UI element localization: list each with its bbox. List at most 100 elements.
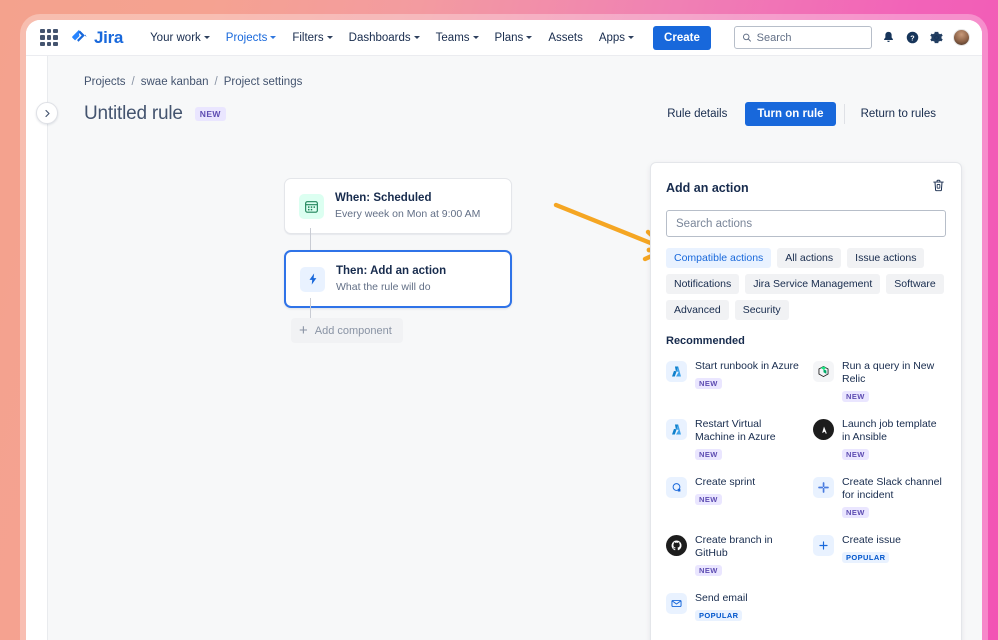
action-badge: POPULAR xyxy=(842,552,890,563)
action-label: Run a query in New Relic xyxy=(842,360,935,385)
chevron-right-icon xyxy=(44,109,50,117)
trigger-node-when-scheduled[interactable]: When: Scheduled Every week on Mon at 9:0… xyxy=(284,178,512,234)
header-actions: Rule details Turn on rule Return to rule… xyxy=(657,102,946,126)
divider xyxy=(843,104,845,124)
action-badge: NEW xyxy=(695,378,722,389)
panel-header: Add an action xyxy=(651,163,961,198)
add-component-label: Add component xyxy=(314,324,392,337)
action-create-issue-recommended[interactable]: Create issue POPULAR xyxy=(808,527,951,585)
expand-sidebar-button[interactable] xyxy=(36,102,58,124)
action-text: Create issue POPULAR xyxy=(842,534,901,565)
jira-mark-icon xyxy=(72,29,87,42)
chevron-down-icon xyxy=(270,36,277,39)
svg-text:?: ? xyxy=(910,34,914,42)
add-component-button[interactable]: + Add component xyxy=(291,318,403,343)
chip-software[interactable]: Software xyxy=(886,274,944,294)
breadcrumb-separator: / xyxy=(214,76,218,88)
action-badge: NEW xyxy=(842,449,869,460)
nav-label: Apps xyxy=(598,31,626,44)
action-text: Restart Virtual Machine in Azure NEW xyxy=(695,418,799,462)
action-label: Create sprint xyxy=(695,476,756,488)
browser-window: Jira Your work Projects Filters Dashboar… xyxy=(26,20,982,640)
breadcrumb-item-projects[interactable]: Projects xyxy=(84,76,126,88)
app-switcher-icon[interactable] xyxy=(40,28,58,47)
chip-all-actions[interactable]: All actions xyxy=(777,248,842,268)
panel-search-box[interactable] xyxy=(666,210,946,237)
new-relic-icon xyxy=(813,361,834,382)
action-label: Start runbook in Azure xyxy=(695,360,799,372)
action-start-runbook-in-azure[interactable]: Start runbook in Azure NEW xyxy=(661,353,804,411)
trigger-node-title: When: Scheduled xyxy=(335,192,432,204)
nav-item-teams[interactable]: Teams xyxy=(429,26,486,50)
nav-item-projects[interactable]: Projects xyxy=(219,26,284,58)
global-search-box[interactable] xyxy=(734,26,872,49)
action-create-slack-channel-for-incident[interactable]: Create Slack channel for incident NEW xyxy=(808,469,951,527)
nav-right-group: ? xyxy=(734,26,970,49)
action-run-a-query-in-new-relic[interactable]: Run a query in New Relic NEW xyxy=(808,353,951,411)
action-text: Send email POPULAR xyxy=(695,592,748,623)
chip-jira-service-management[interactable]: Jira Service Management xyxy=(745,274,881,294)
nav-label: Dashboards xyxy=(348,31,411,44)
rule-details-button[interactable]: Rule details xyxy=(657,102,737,126)
chip-security[interactable]: Security xyxy=(734,300,789,320)
email-icon xyxy=(666,593,687,614)
collapsed-sidebar-rail xyxy=(26,56,58,640)
breadcrumb-item-swae-kanban[interactable]: swae kanban xyxy=(141,76,209,88)
nav-label: Assets xyxy=(548,31,583,44)
nav-item-assets[interactable]: Assets xyxy=(541,26,590,50)
plus-icon: + xyxy=(299,322,308,339)
nav-label: Projects xyxy=(225,31,268,44)
chevron-down-icon xyxy=(203,36,210,39)
action-restart-virtual-machine-in-azure[interactable]: Restart Virtual Machine in Azure NEW xyxy=(661,411,804,469)
action-text: Start runbook in Azure NEW xyxy=(695,360,799,391)
chip-compatible-actions[interactable]: Compatible actions xyxy=(666,248,772,268)
action-text: Launch job template in Ansible NEW xyxy=(842,418,946,462)
action-text: Create branch in GitHub NEW xyxy=(695,534,799,578)
chip-notifications[interactable]: Notifications xyxy=(666,274,740,294)
action-create-branch-in-github[interactable]: Create branch in GitHub NEW xyxy=(661,527,804,585)
action-label: Send email xyxy=(695,592,748,604)
chevron-down-icon xyxy=(628,36,635,39)
action-badge: NEW xyxy=(842,391,869,402)
jira-logo[interactable]: Jira xyxy=(70,28,123,48)
settings-icon[interactable] xyxy=(929,30,944,45)
nav-label: Your work xyxy=(150,31,201,44)
search-actions-input[interactable] xyxy=(676,217,936,230)
action-create-sprint[interactable]: Create sprint NEW xyxy=(661,469,804,527)
avatar[interactable] xyxy=(953,29,970,46)
action-badge: POPULAR xyxy=(695,610,743,621)
nav-item-apps[interactable]: Apps xyxy=(592,26,641,50)
status-badge: NEW xyxy=(194,107,226,121)
nav-item-filters[interactable]: Filters xyxy=(285,26,339,50)
issue-actions-section-label: Issue actions xyxy=(651,630,961,640)
chip-issue-actions[interactable]: Issue actions xyxy=(847,248,925,268)
sprint-icon xyxy=(666,477,687,498)
azure-icon xyxy=(666,361,687,382)
slack-icon xyxy=(813,477,834,498)
turn-on-rule-button[interactable]: Turn on rule xyxy=(745,102,836,126)
action-node-title: Then: Add an action xyxy=(336,265,447,277)
nav-item-dashboards[interactable]: Dashboards xyxy=(342,26,427,50)
action-badge: NEW xyxy=(842,507,869,518)
create-button[interactable]: Create xyxy=(653,25,711,50)
action-text: Create Slack channel for incident NEW xyxy=(842,476,946,520)
action-badge: NEW xyxy=(695,494,722,505)
breadcrumb-item-project-settings[interactable]: Project settings xyxy=(224,76,303,88)
action-launch-job-template-in-ansible[interactable]: Launch job template in Ansible NEW xyxy=(808,411,951,469)
chevron-down-icon xyxy=(526,36,533,39)
chevron-down-icon xyxy=(326,36,333,39)
search-input[interactable] xyxy=(756,31,864,44)
breadcrumb-separator: / xyxy=(131,76,135,88)
notifications-icon[interactable] xyxy=(881,30,896,45)
chip-advanced[interactable]: Advanced xyxy=(666,300,729,320)
nav-item-your-work[interactable]: Your work xyxy=(143,26,217,50)
trash-icon[interactable] xyxy=(931,178,946,198)
nav-item-plans[interactable]: Plans xyxy=(488,26,540,50)
trigger-node-text: When: Scheduled Every week on Mon at 9:0… xyxy=(335,191,480,221)
action-node-add-an-action[interactable]: Then: Add an action What the rule will d… xyxy=(284,250,512,308)
return-to-rules-button[interactable]: Return to rules xyxy=(851,102,946,126)
help-icon[interactable]: ? xyxy=(905,30,920,45)
action-label: Create Slack channel for incident xyxy=(842,476,942,501)
nav-label: Plans xyxy=(494,31,524,44)
action-send-email[interactable]: Send email POPULAR xyxy=(661,585,804,630)
